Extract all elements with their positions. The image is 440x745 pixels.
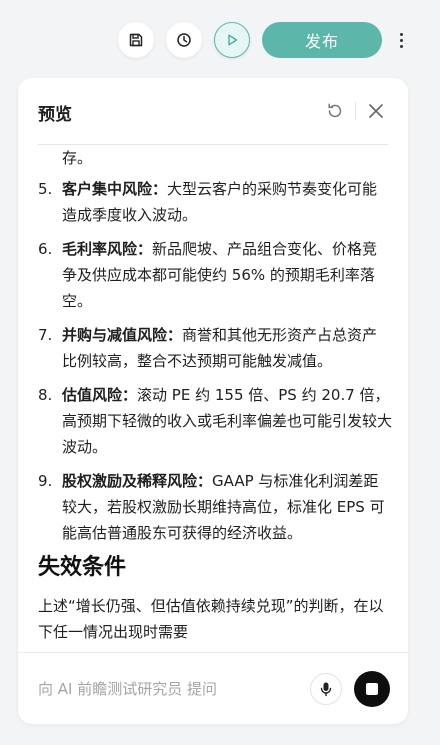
risk-title: 并购与减值风险 bbox=[62, 326, 168, 344]
save-button[interactable] bbox=[118, 22, 154, 58]
list-item: 9. 股权激励及稀释风险：GAAP 与标准化利润差距较大，若股权激励长期维持高位… bbox=[38, 468, 392, 546]
save-icon bbox=[129, 33, 143, 47]
run-button[interactable] bbox=[214, 22, 250, 58]
risk-title: 客户集中风险 bbox=[62, 180, 153, 198]
more-options-button[interactable] bbox=[392, 27, 410, 53]
continued-text: 存。 bbox=[62, 149, 93, 167]
list-item: 8. 估值风险：滚动 PE 约 155 倍、PS 约 20.7 倍，高预期下轻微… bbox=[38, 382, 392, 460]
list-item: 5. 客户集中风险：大型云客户的采购节奏变化可能造成季度收入波动。 bbox=[38, 176, 392, 228]
microphone-icon bbox=[320, 682, 332, 697]
refresh-icon bbox=[328, 103, 342, 118]
list-item-number: 9. bbox=[38, 472, 53, 490]
refresh-button[interactable] bbox=[324, 100, 346, 122]
list-item-number: 6. bbox=[38, 240, 53, 258]
play-icon bbox=[228, 34, 238, 46]
risk-title: 毛利率风险 bbox=[62, 240, 138, 258]
close-icon bbox=[369, 104, 383, 118]
ask-input[interactable] bbox=[38, 677, 308, 701]
list-item-number: 8. bbox=[38, 386, 53, 404]
risk-title: 估值风险 bbox=[62, 386, 123, 404]
header-divider bbox=[355, 102, 356, 120]
list-item: 7. 并购与减值风险：商誉和其他无形资产占总资产比例较高，整合不达预期可能触发减… bbox=[38, 322, 392, 374]
preview-header: 预览 bbox=[18, 78, 408, 144]
list-item-number: 7. bbox=[38, 326, 53, 344]
history-button[interactable] bbox=[166, 22, 202, 58]
history-icon bbox=[177, 33, 191, 47]
publish-button[interactable]: 发布 bbox=[262, 22, 382, 58]
list-item-number: 5. bbox=[38, 180, 53, 198]
stop-icon bbox=[366, 683, 378, 695]
risk-list: 5. 客户集中风险：大型云客户的采购节奏变化可能造成季度收入波动。 6. 毛利率… bbox=[38, 176, 392, 554]
risk-title: 股权激励及稀释风险 bbox=[62, 472, 198, 490]
preview-content[interactable]: 存。 5. 客户集中风险：大型云客户的采购节奏变化可能造成季度收入波动。 6. … bbox=[38, 145, 392, 651]
section-heading: 失效条件 bbox=[38, 555, 127, 580]
preview-title: 预览 bbox=[38, 105, 72, 125]
close-button[interactable] bbox=[365, 100, 387, 122]
more-vertical-icon bbox=[399, 32, 403, 36]
top-toolbar: 发布 bbox=[0, 0, 440, 80]
microphone-button[interactable] bbox=[310, 673, 342, 705]
section-paragraph: 上述“增长仍强、但估值依赖持续兑现”的判断，在以下任一情况出现时需要 bbox=[38, 597, 384, 641]
list-item: 6. 毛利率风险：新品爬坡、产品组合变化、价格竞争及供应成本都可能使约 56% … bbox=[38, 236, 392, 314]
stop-button[interactable] bbox=[354, 671, 390, 707]
chat-input-bar bbox=[18, 652, 408, 724]
preview-panel: 预览 存。 5. 客户集中风险：大型云客户的采购节奏变化可能造成季度收入波动。 … bbox=[18, 78, 408, 724]
